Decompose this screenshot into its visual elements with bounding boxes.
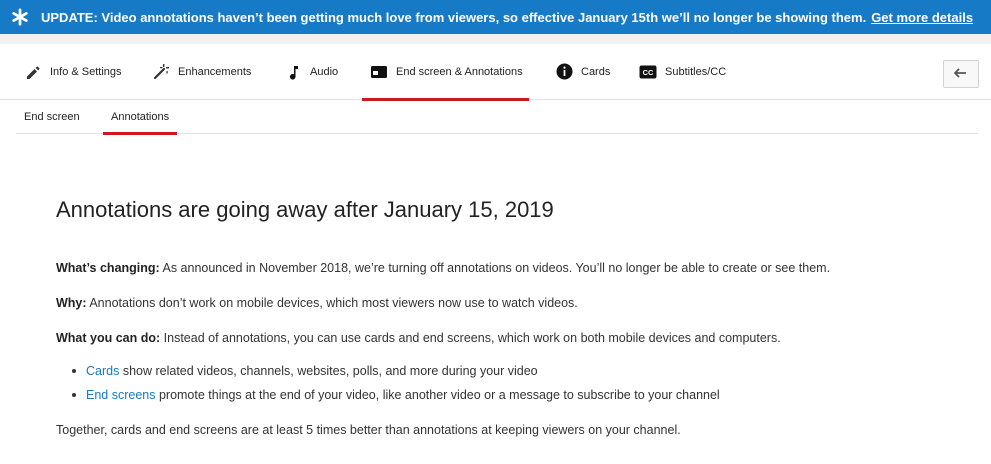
get-more-details-link[interactable]: Get more details bbox=[871, 10, 973, 25]
page-title: Annotations are going away after January… bbox=[56, 197, 554, 222]
end-screens-link[interactable]: End screens bbox=[86, 388, 155, 402]
whats-changing-label: What’s changing: bbox=[56, 261, 160, 275]
end-screen-icon bbox=[370, 63, 388, 81]
whats-changing-text: As announced in November 2018, we’re tur… bbox=[159, 261, 831, 275]
tab-label: Enhancements bbox=[178, 65, 252, 78]
tab-label: Subtitles/CC bbox=[665, 65, 727, 78]
tab-label: Info & Settings bbox=[50, 65, 122, 78]
tab-info-settings[interactable]: Info & Settings bbox=[24, 44, 122, 99]
subtab-annotations[interactable]: Annotations bbox=[102, 100, 178, 135]
options-list: Cards show related videos, channels, web… bbox=[70, 362, 720, 410]
tab-subtitles-cc[interactable]: CC Subtitles/CC bbox=[639, 44, 726, 99]
asterisk-icon bbox=[12, 8, 28, 26]
list-item: End screens promote things at the end of… bbox=[70, 386, 720, 404]
music-note-icon bbox=[284, 63, 302, 81]
why-label: Why: bbox=[56, 296, 87, 310]
what-you-can-do-label: What you can do: bbox=[56, 331, 161, 345]
tab-enhancements[interactable]: Enhancements bbox=[152, 44, 251, 99]
banner-spacer bbox=[0, 34, 991, 44]
magic-wand-icon bbox=[152, 63, 170, 81]
tab-label: End screen & Annotations bbox=[396, 65, 523, 78]
list-item: Cards show related videos, channels, web… bbox=[70, 362, 720, 380]
list-item-text: show related videos, channels, websites,… bbox=[119, 364, 538, 378]
tab-label: Cards bbox=[581, 65, 611, 78]
main-tab-bar: Info & Settings Enhancements Audio End s… bbox=[0, 44, 991, 101]
back-button[interactable] bbox=[943, 60, 979, 88]
tab-label: Audio bbox=[310, 65, 339, 78]
why-paragraph: Why: Annotations don’t work on mobile de… bbox=[56, 294, 578, 312]
main-content: Annotations are going away after January… bbox=[56, 195, 956, 437]
cc-icon: CC bbox=[639, 63, 657, 81]
back-arrow-icon bbox=[954, 68, 966, 78]
whats-changing-paragraph: What’s changing: As announced in Novembe… bbox=[56, 259, 830, 277]
tab-end-screen-annotations[interactable]: End screen & Annotations bbox=[362, 44, 529, 101]
cards-link[interactable]: Cards bbox=[86, 364, 119, 378]
banner-text: UPDATE: Video annotations haven’t been g… bbox=[41, 9, 867, 25]
what-you-can-do-paragraph: What you can do: Instead of annotations,… bbox=[56, 329, 781, 347]
svg-text:CC: CC bbox=[643, 68, 654, 77]
closing-paragraph: Together, cards and end screens are at l… bbox=[56, 423, 681, 437]
subtab-end-screen[interactable]: End screen bbox=[24, 100, 80, 133]
info-icon bbox=[555, 63, 573, 81]
pencil-icon bbox=[24, 63, 42, 81]
tab-cards[interactable]: Cards bbox=[555, 44, 610, 99]
sub-tab-bar: End screen Annotations bbox=[16, 100, 978, 135]
tab-audio[interactable]: Audio bbox=[284, 44, 338, 99]
what-you-can-do-text: Instead of annotations, you can use card… bbox=[160, 331, 781, 345]
update-banner: UPDATE: Video annotations haven’t been g… bbox=[0, 0, 991, 34]
why-text: Annotations don’t work on mobile devices… bbox=[86, 296, 578, 310]
list-item-text: promote things at the end of your video,… bbox=[155, 388, 720, 402]
